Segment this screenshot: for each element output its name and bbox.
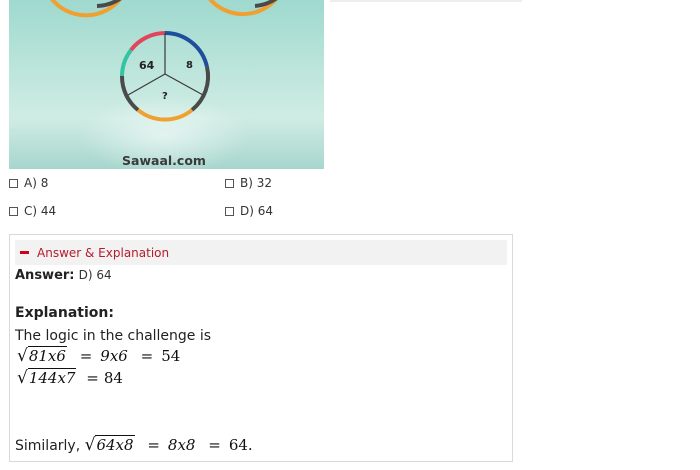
circle-value-unknown: ? (162, 91, 168, 102)
cropped-circle-right (208, 0, 278, 16)
option-c-value: 44 (40, 204, 57, 218)
main-circle (119, 31, 211, 122)
explanation-intro: The logic in the challenge is (15, 328, 212, 344)
option-c[interactable]: C) 44 (9, 204, 56, 218)
circle-value-top-left: 64 (139, 59, 155, 72)
answer-value: D) 64 (78, 268, 112, 282)
equation-2: √144x7 = 84 (17, 368, 123, 388)
option-b-checkbox[interactable] (225, 178, 234, 188)
top-divider (330, 0, 522, 2)
option-c-letter: C) (24, 204, 38, 218)
circle-value-top-right: 8 (186, 60, 193, 71)
option-c-checkbox[interactable] (9, 206, 18, 216)
option-a-checkbox[interactable] (9, 178, 18, 188)
eq1-result: 54 (161, 347, 181, 365)
option-b[interactable]: B) 32 (225, 176, 272, 190)
eq1-radicand: 81x6 (27, 346, 67, 365)
option-b-letter: B) (240, 176, 253, 190)
answer-toggle-label[interactable]: Answer & Explanation (37, 246, 169, 260)
sawaal-logo: Sawaal.com (122, 153, 206, 168)
answer-explanation-panel: Answer & Explanation Answer: D) 64 Expla… (9, 234, 513, 462)
similarly-prefix: Similarly, (15, 438, 81, 454)
eq3-mid: 8x8 (167, 436, 196, 454)
circle-diagram (50, 0, 278, 122)
option-a-letter: A) (24, 176, 37, 190)
cropped-circle-left (50, 0, 122, 18)
similarly-line: Similarly, √64x8 = 8x8 = 64. (15, 435, 253, 455)
collapse-minus-icon[interactable] (20, 251, 29, 254)
equation-1: √81x6 = 9x6 = 54 (17, 346, 181, 366)
option-d-checkbox[interactable] (225, 206, 234, 216)
puzzle-image: 64 8 ? Sawaal.com (9, 0, 324, 169)
option-b-value: 32 (256, 176, 273, 190)
answer-toggle[interactable]: Answer & Explanation (15, 240, 507, 265)
option-a[interactable]: A) 8 (9, 176, 48, 190)
option-d-letter: D) (240, 204, 254, 218)
explanation-heading: Explanation: (15, 305, 114, 321)
answer-label: Answer: (15, 268, 75, 283)
option-a-value: 8 (40, 176, 49, 190)
option-d-value: 64 (257, 204, 274, 218)
eq1-mid: 9x6 (100, 347, 128, 365)
eq2-result: 84 (103, 369, 123, 387)
option-d[interactable]: D) 64 (225, 204, 273, 218)
eq2-radicand: 144x7 (27, 368, 77, 387)
eq3-radicand: 64x8 (95, 435, 135, 454)
eq3-result: 64. (228, 436, 253, 454)
answer-line: Answer: D) 64 (15, 268, 112, 283)
